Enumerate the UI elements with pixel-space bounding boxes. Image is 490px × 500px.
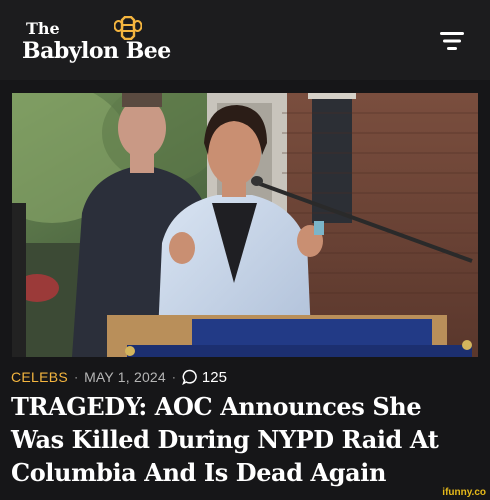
publish-date: MAY 1, 2024 — [84, 369, 166, 385]
menu-button[interactable] — [432, 27, 472, 57]
article-photo-illustration — [12, 93, 478, 357]
comment-icon — [182, 369, 197, 385]
comments-link[interactable]: 125 — [182, 369, 227, 386]
article-meta: CELEBS · MAY 1, 2024 · 125 — [11, 367, 227, 387]
site-header: The Babylon Bee — [0, 0, 490, 80]
comment-count: 125 — [201, 368, 227, 386]
bee-icon — [114, 16, 142, 40]
article-photo[interactable] — [12, 93, 478, 357]
logo-the-text: The — [26, 19, 60, 38]
meta-separator: · — [171, 370, 176, 384]
logo-name-text: Babylon Bee — [22, 38, 171, 64]
article-headline[interactable]: TRAGEDY: AOC Announces She Was Killed Du… — [11, 390, 481, 489]
watermark: ifunny.co — [442, 487, 486, 498]
hamburger-menu-icon — [440, 32, 464, 50]
meta-separator: · — [74, 370, 79, 384]
category-link[interactable]: CELEBS — [11, 369, 68, 385]
site-logo[interactable]: The Babylon Bee — [22, 15, 192, 67]
